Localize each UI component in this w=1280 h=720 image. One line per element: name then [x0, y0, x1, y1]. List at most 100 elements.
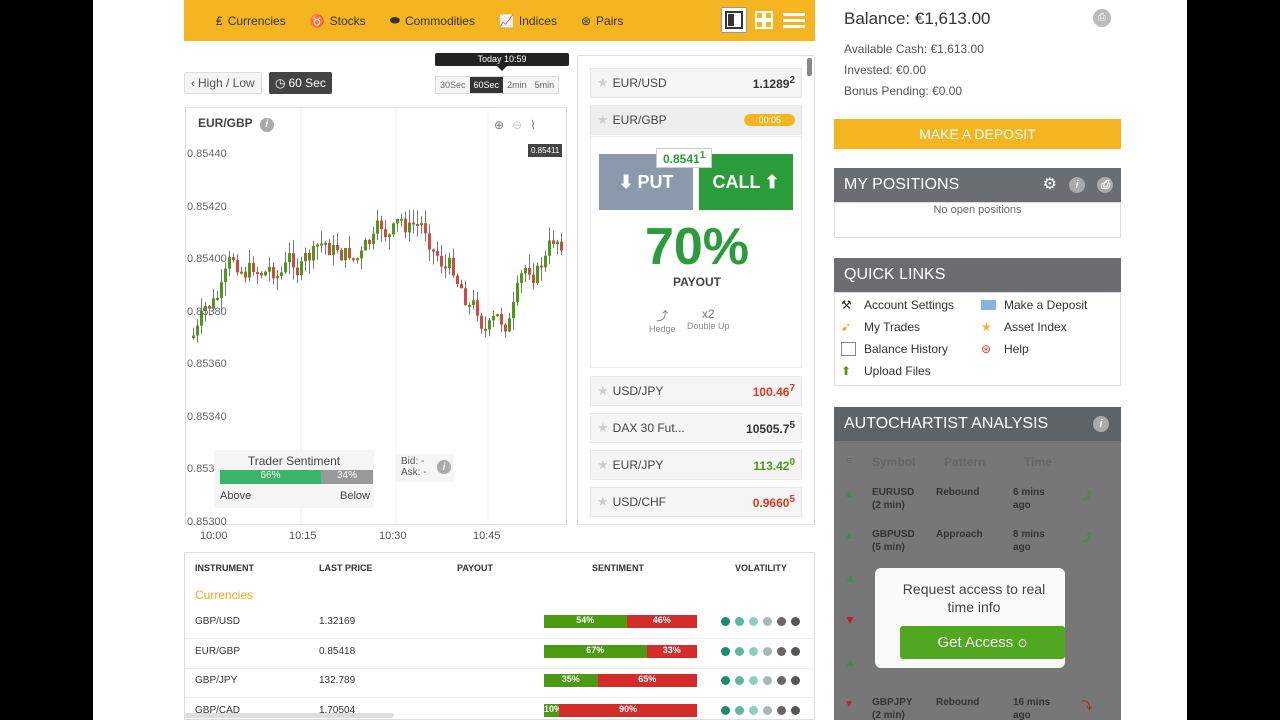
nav-stocks[interactable]: ♉ Stocks	[298, 0, 378, 41]
link-asset-index[interactable]: ★ Asset Index	[981, 320, 1067, 334]
cell-instrument: GBP/JPY	[195, 675, 238, 686]
sentiment-title: Trader Sentiment	[247, 454, 341, 468]
candle-body	[228, 257, 231, 269]
lifebuoy-icon: ⊛	[981, 342, 992, 356]
put-label: PUT	[637, 171, 674, 192]
table-row[interactable]: GBP/USD 1.32169 54% 46%	[185, 611, 815, 640]
star-icon[interactable]: ★	[597, 75, 609, 91]
print-icon[interactable]: ⎙	[1097, 177, 1113, 193]
volatility-dots	[721, 646, 800, 656]
link-upload-files[interactable]: ⬆ Upload Files	[841, 364, 931, 378]
single-view-button[interactable]	[721, 7, 747, 33]
nav-pairs[interactable]: ⊛ Pairs	[569, 0, 635, 41]
candle-body	[360, 250, 363, 259]
star-icon[interactable]: ★	[597, 383, 609, 399]
candle-body	[336, 244, 339, 251]
sentiment-green: 35%	[544, 674, 598, 687]
asset-row-usdchf[interactable]: ★ USD/CHF 0.96605	[590, 487, 802, 517]
link-my-trades[interactable]: ➹ My Trades	[841, 320, 920, 334]
time-label: Today 10:59	[435, 53, 569, 71]
sentiment-bar: 54% 46%	[544, 615, 697, 628]
candle-body	[408, 222, 411, 233]
candle-body	[556, 241, 559, 245]
asset-row-eurjpy[interactable]: ★ EUR/JPY 113.420	[590, 450, 802, 480]
candle-body	[364, 239, 367, 251]
print-icon[interactable]: ⎙	[1093, 9, 1111, 27]
list-view-button[interactable]	[781, 7, 807, 33]
page: ₤ Currencies ♉ Stocks ⬬ Commodities 📈 In…	[93, 0, 1187, 720]
col-last-price[interactable]: LAST PRICE	[319, 563, 373, 573]
price-chart[interactable]: EUR/GBP i ⊕ ⊖ ⌇ 0.85440 0.85420 0.85400 0.8…	[185, 107, 567, 528]
volatility-dot	[721, 646, 730, 656]
interval-30sec[interactable]: 30Sec	[436, 77, 470, 93]
call-button[interactable]: CALL ⬆	[699, 154, 793, 210]
info-icon[interactable]: i	[1069, 177, 1085, 193]
autochartist-header: AUTOCHARTIST ANALYSIS i	[834, 407, 1121, 441]
interval-5min[interactable]: 5min	[530, 77, 559, 93]
link-help[interactable]: ⊛ Help	[981, 342, 1029, 356]
asset-row-eurgbp[interactable]: ★ EUR/GBP 00:05	[590, 105, 802, 135]
table-row[interactable]: EUR/GBP 0.85418 67% 33%	[185, 641, 815, 670]
candle-body	[252, 262, 255, 273]
my-positions-title: MY POSITIONS	[844, 176, 960, 193]
candle-body	[504, 324, 507, 332]
period-button[interactable]: ◷ 60 Sec	[269, 72, 332, 94]
star-icon[interactable]: ★	[597, 494, 609, 510]
candle-body	[516, 282, 519, 303]
col-instrument[interactable]: INSTRUMENT	[195, 563, 254, 573]
col-payout[interactable]: PAYOUT	[457, 563, 493, 573]
gear-icon[interactable]: ⚙	[1043, 168, 1057, 202]
get-access-button[interactable]: Get Access ⊙	[900, 626, 1065, 659]
candle-body	[560, 241, 563, 251]
volatility-dot	[749, 676, 758, 685]
candle-body	[368, 239, 371, 244]
double-up-button[interactable]: x2 Double Up	[687, 307, 730, 331]
ac-period: (2 min)	[872, 710, 905, 720]
ac-row[interactable]: ▲ EURUSD (2 min) Rebound 6 mins ago ⤴	[842, 487, 1112, 527]
nav-commodities[interactable]: ⬬ Commodities	[378, 0, 487, 41]
asset-scrollbar[interactable]	[807, 58, 812, 76]
star-icon[interactable]: ★	[597, 112, 609, 128]
y-axis-label: 0.85380	[187, 305, 227, 318]
candle-body	[524, 268, 527, 274]
asset-row-eurusd[interactable]: ★ EUR/USD 1.12892	[590, 68, 802, 98]
interval-selector: 30Sec 60Sec 2min 5min	[435, 76, 560, 94]
star-icon[interactable]: ★	[597, 420, 609, 436]
ac-time: 6 mins	[1013, 487, 1045, 498]
info-icon[interactable]: i	[437, 460, 451, 474]
row-divider	[185, 697, 815, 698]
asset-row-dax[interactable]: ★ DAX 30 Fut... 10505.75	[590, 413, 802, 443]
col-volatility[interactable]: VOLATILITY	[735, 563, 787, 573]
my-positions-header: MY POSITIONS ⚙ i ⎙	[834, 168, 1121, 202]
candle-body	[352, 258, 355, 261]
star-icon[interactable]: ★	[597, 457, 609, 473]
link-make-deposit[interactable]: Make a Deposit	[981, 298, 1087, 312]
link-account-settings[interactable]: ⚒ Account Settings	[841, 298, 954, 312]
asset-row-usdjpy[interactable]: ★ USD/JPY 100.467	[590, 376, 802, 406]
col-sentiment[interactable]: SENTIMENT	[592, 563, 644, 573]
nav-currencies[interactable]: ₤ Currencies	[204, 0, 298, 41]
volatility-dot	[721, 676, 730, 685]
arrow-circle-icon: ⊙	[1017, 636, 1028, 650]
nav-indices[interactable]: 📈 Indices	[487, 0, 569, 41]
interval-60sec[interactable]: 60Sec	[469, 77, 504, 93]
make-deposit-button[interactable]: MAKE A DEPOSIT	[834, 119, 1121, 149]
high-low-button[interactable]: ‹ High / Low	[184, 72, 262, 94]
info-icon[interactable]: i	[1093, 416, 1109, 432]
sentiment-green: 54%	[544, 615, 627, 628]
ac-pattern: Rebound	[936, 697, 980, 708]
ac-row[interactable]: ▲ GBPUSD (5 min) Approach 8 mins ago ⤴	[842, 529, 1112, 569]
grid-view-button[interactable]	[751, 7, 777, 33]
currency-icon: ₤	[216, 13, 223, 28]
candle-body	[196, 325, 199, 336]
sentiment-above-label: Above	[220, 490, 252, 502]
interval-2min[interactable]: 2min	[503, 77, 531, 93]
hedge-button[interactable]: ⤴ Hedge	[649, 307, 676, 334]
ac-row[interactable]: ▼ GBPJPY (2 min) Rebound 16 mins ago ⤵	[842, 697, 1112, 720]
volatility-dot	[763, 617, 772, 626]
asset-price-main: 10505.7	[746, 422, 790, 436]
candle-body	[508, 318, 511, 332]
horizontal-scrollbar[interactable]	[184, 713, 394, 718]
table-row[interactable]: GBP/JPY 132.789 35% 65%	[185, 670, 815, 699]
link-balance-history[interactable]: Balance History	[841, 342, 948, 356]
